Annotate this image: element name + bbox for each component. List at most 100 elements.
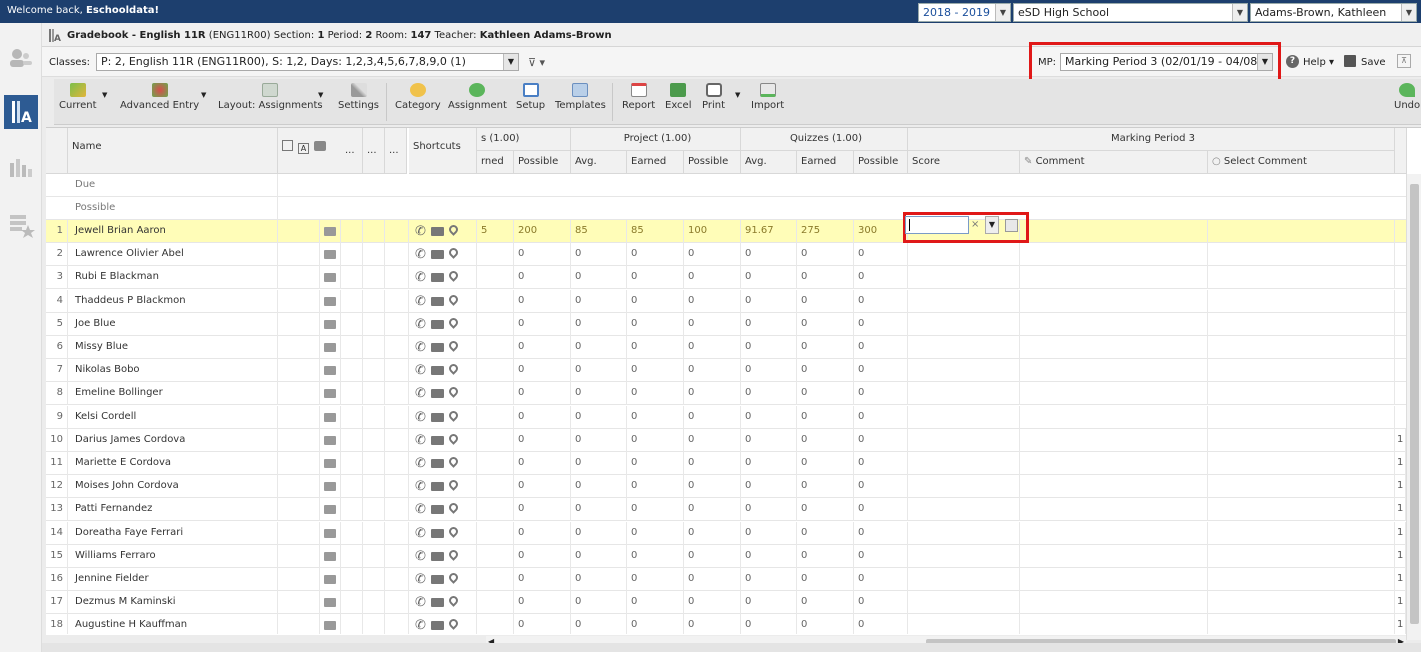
comment-cell[interactable] [1020,382,1208,406]
comment-cell[interactable] [1020,498,1208,522]
grade-cell[interactable] [477,452,514,475]
grade-cell[interactable]: 0 [627,428,684,452]
grade-cell[interactable] [477,475,514,499]
school-year-select[interactable]: 2018 - 2019 ▼ [918,3,1011,22]
select-comment-cell[interactable] [1208,312,1395,336]
grade-cell[interactable]: 0 [741,614,797,634]
score-cell[interactable] [908,266,1020,290]
grade-cell[interactable]: 0 [514,359,571,383]
table-row[interactable]: 9 Kelsi Cordell ✆ 0 0 0 0 0 0 0 [46,405,1406,429]
student-name[interactable]: Rubi E Blackman [68,266,278,290]
grade-cell[interactable] [477,312,514,336]
grade-cell[interactable]: 0 [684,336,741,359]
students-icon[interactable] [4,41,38,75]
grade-cell[interactable]: 0 [627,405,684,429]
grade-cell[interactable]: 0 [854,289,908,313]
select-comment-cell[interactable] [1208,336,1395,359]
table-row[interactable]: 4 Thaddeus P Blackmon ✆ 0 0 0 0 0 0 0 [46,289,1406,313]
grade-cell[interactable]: 0 [854,382,908,406]
grade-cell[interactable]: 0 [514,243,571,267]
score-cell[interactable] [908,475,1020,499]
grade-cell[interactable]: 85 [571,220,627,243]
help-icon[interactable]: ? [1286,55,1299,68]
score-input[interactable] [905,216,969,234]
grade-cell[interactable]: 0 [684,382,741,406]
grade-cell[interactable]: 0 [627,359,684,383]
grade-cell[interactable]: 0 [514,452,571,475]
grade-cell[interactable] [477,289,514,313]
phone-icon[interactable]: ✆ [415,592,426,614]
phone-icon[interactable]: ✆ [415,523,426,545]
phone-icon[interactable]: ✆ [415,244,426,266]
score-cell[interactable] [908,405,1020,429]
student-name[interactable]: Emeline Bollinger [68,382,278,406]
comment-cell[interactable] [1020,405,1208,429]
grade-cell[interactable]: 0 [741,405,797,429]
grade-cell[interactable]: 0 [571,243,627,267]
student-name[interactable]: Mariette E Cordova [68,452,278,475]
email-icon[interactable] [324,621,336,631]
email-icon[interactable] [324,412,336,422]
avg-header-quizzes[interactable]: Avg. [741,151,797,174]
student-name[interactable]: Dezmus M Kaminski [68,591,278,615]
comment-cell[interactable] [1020,359,1208,383]
id-card-icon[interactable] [431,575,444,584]
grade-cell[interactable]: 0 [571,544,627,568]
grade-cell[interactable] [477,568,514,591]
location-pin-icon[interactable] [447,524,460,538]
table-row[interactable]: 3 Rubi E Blackman ✆ 0 0 0 0 0 0 0 [46,266,1406,290]
comment-cell[interactable] [1020,568,1208,591]
comment-cell[interactable] [1020,289,1208,313]
possible-header-1[interactable]: Possible [514,151,571,174]
grade-cell[interactable]: 91.67 [741,220,797,243]
grade-cell[interactable] [477,544,514,568]
grade-cell[interactable]: 5 [477,220,514,243]
id-card-icon[interactable] [431,528,444,538]
grade-cell[interactable]: 275 [797,220,854,243]
grade-cell[interactable]: 0 [571,452,627,475]
email-icon[interactable] [324,459,336,468]
email-icon[interactable] [324,598,336,608]
grade-cell[interactable] [477,498,514,522]
grade-cell[interactable]: 0 [797,336,854,359]
ellipsis-header-2[interactable]: ... [363,128,385,174]
category-button[interactable]: Category [395,83,441,111]
grade-cell[interactable]: 0 [741,266,797,290]
comment-cell[interactable] [1020,266,1208,290]
grade-cell[interactable]: 0 [741,591,797,615]
settings-button[interactable]: Settings [338,83,379,111]
phone-icon[interactable]: ✆ [415,430,426,452]
comment-cell[interactable] [1020,336,1208,359]
comment-cell[interactable] [1020,475,1208,499]
grade-cell[interactable]: 0 [741,289,797,313]
possible-header-project[interactable]: Possible [684,151,741,174]
grade-cell[interactable]: 0 [514,405,571,429]
grade-cell[interactable]: 0 [571,266,627,290]
grade-cell[interactable]: 0 [684,266,741,290]
score-header[interactable]: Score [908,151,1020,174]
grade-cell[interactable]: 200 [514,220,571,243]
phone-icon[interactable]: ✆ [415,499,426,521]
id-card-icon[interactable] [431,551,444,561]
select-comment-cell[interactable] [1208,452,1395,475]
score-cell[interactable] [908,289,1020,313]
grade-cell[interactable]: 0 [854,359,908,383]
grade-cell[interactable]: 0 [514,289,571,313]
grade-cell[interactable]: 0 [854,568,908,591]
grade-cell[interactable]: 0 [797,312,854,336]
grade-cell[interactable]: 300 [854,220,908,243]
grade-cell[interactable]: 0 [514,336,571,359]
grade-cell[interactable]: 0 [627,591,684,615]
select-comment-cell[interactable] [1208,382,1395,406]
grade-cell[interactable]: 0 [514,614,571,634]
grade-cell[interactable]: 0 [854,544,908,568]
grade-cell[interactable]: 0 [854,428,908,452]
location-pin-icon[interactable] [447,617,460,631]
comment-cell[interactable] [1020,614,1208,634]
grade-cell[interactable]: 0 [797,544,854,568]
grade-cell[interactable]: 0 [571,382,627,406]
table-row[interactable]: 1 Jewell Brian Aaron ✆ 5 200 85 85 100 91.67 275 3… [46,220,1406,243]
grade-cell[interactable]: 0 [854,266,908,290]
score-dropdown-icon[interactable]: ▼ [985,216,999,234]
select-comment-cell[interactable] [1208,359,1395,383]
